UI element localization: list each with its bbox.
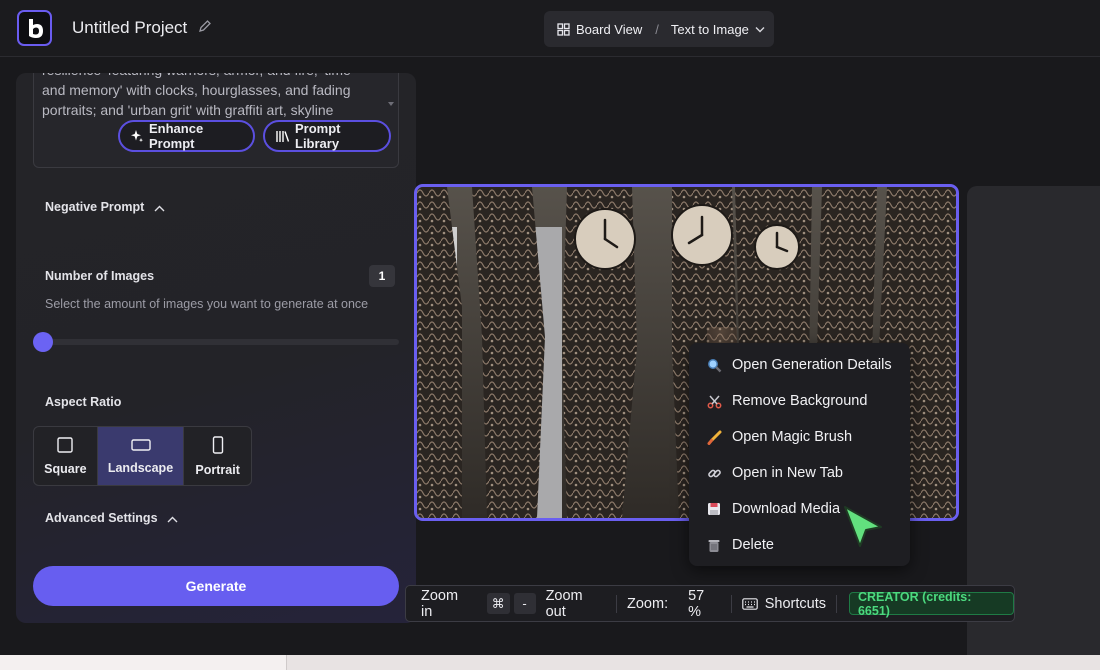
number-of-images-label: Number of Images	[45, 269, 155, 283]
landscape-icon	[130, 438, 151, 452]
image-count-slider[interactable]	[43, 339, 399, 345]
zoom-in-label[interactable]: Zoom in	[421, 588, 473, 620]
menu-item-label: Open in New Tab	[732, 465, 843, 481]
minus-key-badge: -	[513, 593, 536, 614]
slider-thumb[interactable]	[33, 332, 53, 352]
menu-item-label: Open Magic Brush	[732, 429, 853, 445]
enhance-prompt-button[interactable]: Enhance Prompt	[118, 120, 255, 152]
menu-item-label: Remove Background	[732, 393, 868, 409]
aspect-label: Landscape	[107, 460, 174, 475]
top-bar: Untitled Project Board View / Text to Im…	[0, 0, 1100, 57]
menu-open-magic-brush[interactable]: Open Magic Brush	[689, 419, 910, 455]
advanced-settings-label: Advanced Settings	[45, 511, 158, 525]
zoom-label: Zoom:	[627, 595, 669, 612]
project-title[interactable]: Untitled Project	[72, 18, 187, 38]
generate-button[interactable]: Generate	[33, 566, 399, 606]
aspect-ratio-selector: Square Landscape Portrait	[33, 426, 252, 486]
aspect-option-square[interactable]: Square	[34, 427, 98, 485]
settings-panel: resilience' featuring warriors, armor, a…	[16, 73, 416, 623]
board-view-label[interactable]: Board View	[576, 22, 642, 37]
prompt-textarea[interactable]: resilience' featuring warriors, armor, a…	[33, 73, 399, 168]
pencil-icon[interactable]	[198, 19, 212, 38]
prompt-library-button[interactable]: Prompt Library	[263, 120, 391, 152]
shortcuts-button[interactable]: Shortcuts	[765, 596, 826, 612]
aspect-label: Square	[44, 461, 87, 476]
aspect-ratio-label: Aspect Ratio	[45, 395, 122, 409]
app-window: Untitled Project Board View / Text to Im…	[0, 0, 1100, 670]
magnifier-icon	[706, 357, 722, 373]
breadcrumb-separator: /	[655, 21, 659, 37]
menu-item-label: Delete	[732, 537, 774, 553]
sparkle-icon	[130, 129, 144, 143]
view-switcher[interactable]: Board View / Text to Image	[544, 11, 774, 47]
os-taskbar	[0, 655, 1100, 670]
chevron-up-icon[interactable]	[167, 512, 178, 526]
menu-open-in-new-tab[interactable]: Open in New Tab	[689, 455, 910, 491]
link-icon	[706, 465, 722, 481]
taskbar-search[interactable]	[0, 655, 287, 670]
toolbar-divider	[730, 594, 732, 613]
zoom-toolbar: Zoom in ⌘ - Zoom out Zoom: 57 % Shortcut…	[405, 585, 1015, 622]
advanced-settings-toggle[interactable]: Advanced Settings	[45, 511, 178, 526]
portrait-icon	[212, 435, 224, 454]
cmd-key-badge: ⌘	[486, 593, 510, 614]
toolbar-divider	[616, 594, 618, 613]
logo-icon	[28, 19, 43, 38]
scissors-icon	[706, 393, 722, 409]
app-logo[interactable]	[17, 10, 52, 46]
keyboard-icon	[741, 597, 758, 610]
prompt-text[interactable]: resilience' featuring warriors, armor, a…	[42, 73, 377, 120]
menu-remove-background[interactable]: Remove Background	[689, 383, 910, 419]
menu-item-label: Download Media	[732, 501, 841, 517]
plan-credits-badge[interactable]: CREATOR (credits: 6651)	[848, 590, 1014, 618]
number-of-images-help: Select the amount of images you want to …	[45, 297, 369, 311]
grid-icon	[557, 22, 570, 36]
mouse-cursor-icon	[844, 506, 882, 547]
menu-item-label: Open Generation Details	[732, 357, 892, 373]
negative-prompt-label: Negative Prompt	[45, 200, 145, 214]
zoom-value[interactable]: 57 %	[688, 588, 721, 620]
toolbar-divider	[835, 594, 837, 613]
trash-icon	[706, 537, 722, 553]
chevron-down-icon[interactable]	[755, 26, 765, 33]
scroll-arrow-icon[interactable]	[388, 102, 394, 106]
chevron-up-icon[interactable]	[154, 201, 165, 215]
image-count-badge: 1	[369, 265, 395, 287]
menu-open-generation-details[interactable]: Open Generation Details	[689, 347, 910, 383]
zoom-out-label[interactable]: Zoom out	[546, 588, 606, 620]
library-icon	[275, 130, 290, 143]
aspect-option-landscape[interactable]: Landscape	[97, 427, 185, 485]
enhance-prompt-label: Enhance Prompt	[149, 121, 204, 151]
aspect-option-portrait[interactable]: Portrait	[184, 427, 251, 485]
floppy-disk-icon	[706, 501, 722, 517]
aspect-label: Portrait	[195, 462, 240, 477]
brush-icon	[706, 429, 722, 445]
square-icon	[57, 436, 74, 453]
negative-prompt-toggle[interactable]: Negative Prompt	[45, 200, 165, 215]
mode-dropdown-label[interactable]: Text to Image	[671, 22, 749, 37]
prompt-library-label: Prompt Library	[295, 121, 341, 151]
